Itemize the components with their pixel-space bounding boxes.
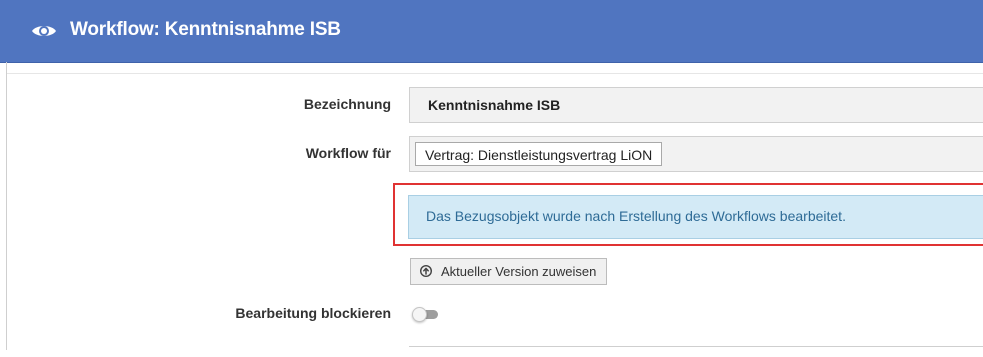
arrow-up-circle-icon (420, 265, 432, 277)
eye-icon (32, 26, 56, 36)
panel-left-border (6, 62, 7, 350)
alert-text: Das Bezugsobjekt wurde nach Erstellung d… (426, 208, 846, 224)
window-header: Workflow: Kenntnisnahme ISB (0, 0, 983, 63)
toggle-knob (412, 307, 427, 322)
info-alert: Das Bezugsobjekt wurde nach Erstellung d… (408, 195, 983, 239)
workflow-for-field: Vertrag: Dienstleistungsvertrag LiON (409, 136, 983, 172)
divider (7, 73, 983, 74)
workflow-for-label: Workflow für (305, 145, 391, 161)
block-editing-toggle[interactable] (412, 307, 438, 322)
name-label: Bezeichnung (303, 96, 391, 112)
block-editing-label: Bearbeitung blockieren (235, 305, 391, 321)
page-title: Workflow: Kenntnisnahme ISB (70, 19, 341, 40)
next-field (409, 346, 983, 357)
reference-object-link[interactable]: Vertrag: Dienstleistungsvertrag LiON (415, 142, 663, 166)
assign-button-label: Aktueller Version zuweisen (441, 264, 597, 279)
name-field[interactable]: Kenntnisnahme ISB (409, 87, 983, 123)
assign-current-version-button[interactable]: Aktueller Version zuweisen (410, 258, 608, 285)
name-value: Kenntnisnahme ISB (428, 97, 561, 113)
